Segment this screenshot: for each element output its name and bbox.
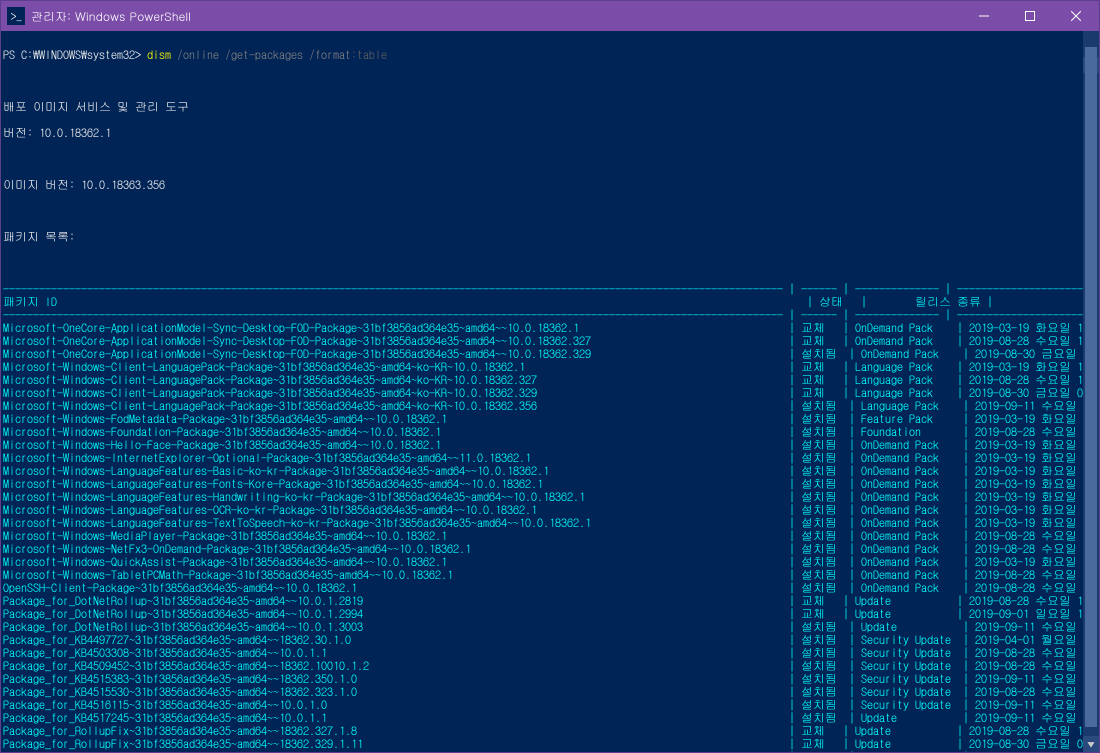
powershell-window: >_ 관리자: Windows PowerShell PS C:\WINDOWS… [0,0,1100,753]
titlebar[interactable]: >_ 관리자: Windows PowerShell [1,1,1099,31]
dism-header-1: 배포 이미지 서비스 및 관리 도구 [3,100,1097,113]
scroll-track[interactable] [1083,47,1099,736]
close-button[interactable] [1053,1,1099,31]
minimize-button[interactable] [961,1,1007,31]
table-row: Package_for_RollupFix~31bf3856ad364e35~a… [3,750,1097,752]
maximize-button[interactable] [1007,1,1053,31]
dism-version: 버전: 10.0.18362.1 [3,126,1097,139]
window-title: 관리자: Windows PowerShell [31,8,191,25]
cmd-arg-online: /online [171,46,219,63]
package-list-label: 패키지 목록: [3,230,1097,243]
terminal-content[interactable]: PS C:\WINDOWS\system32> dism /online /ge… [1,31,1099,752]
scroll-thumb[interactable] [1085,47,1097,727]
cmd-arg-format: /format [303,46,351,63]
image-version: 이미지 버전: 10.0.18363.356 [3,178,1097,191]
window-controls [961,1,1099,31]
package-table: ----------------------------------------… [3,282,1097,752]
cmd-dism: dism [141,46,171,63]
scroll-down-icon[interactable]: ▼ [1083,736,1099,752]
cmd-arg-getpackages: /get-packages [219,46,303,63]
scrollbar[interactable]: ▲ ▼ [1083,31,1099,752]
powershell-icon: >_ [7,7,25,25]
cmd-arg-table: :table [351,46,387,63]
prompt: PS C:\WINDOWS\system32> [3,46,141,63]
